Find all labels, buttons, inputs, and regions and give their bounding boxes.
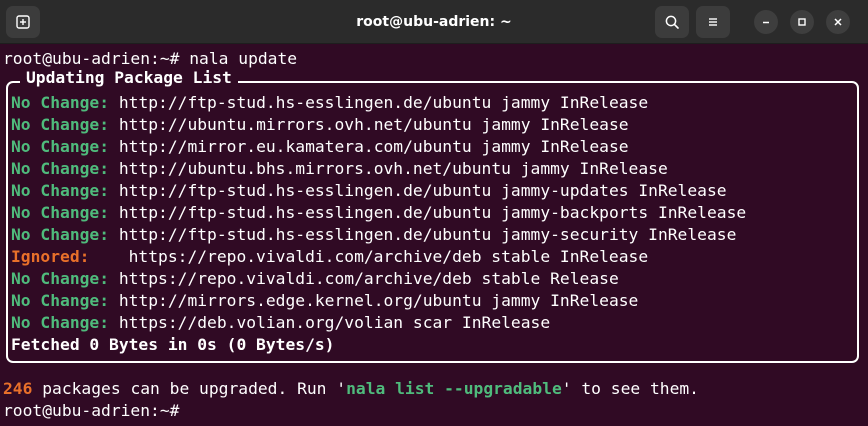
final-prompt: root@ubu-adrien:~# (3, 401, 180, 420)
repo-text: http://ubuntu.mirrors.ovh.net/ubuntu jam… (109, 115, 629, 134)
close-icon (834, 18, 842, 26)
list-item: No Change: http://mirrors.edge.kernel.or… (11, 290, 746, 312)
upgrade-summary: 246 packages can be upgraded. Run 'nala … (3, 378, 699, 400)
list-item: Ignored: https://repo.vivaldi.com/archiv… (11, 246, 746, 268)
update-entries: No Change: http://ftp-stud.hs-esslingen.… (11, 92, 746, 356)
list-item: No Change: http://ubuntu.bhs.mirrors.ovh… (11, 158, 746, 180)
suggested-command: nala list --upgradable (346, 379, 562, 398)
list-item: No Change: https://deb.volian.org/volian… (11, 312, 746, 334)
minimize-button[interactable] (754, 10, 778, 34)
status-label: No Change: (11, 269, 110, 288)
fetched-summary: Fetched 0 Bytes in 0s (0 Bytes/s) (11, 335, 335, 354)
upgrade-count: 246 (3, 379, 33, 398)
search-button[interactable] (655, 6, 689, 38)
panel-title: Updating Package List (20, 67, 238, 89)
list-item: No Change: https://repo.vivaldi.com/arch… (11, 268, 746, 290)
summary-end: ' to see them. (561, 379, 699, 398)
status-label: No Change: (11, 203, 110, 222)
status-label: No Change: (11, 225, 110, 244)
close-button[interactable] (826, 10, 850, 34)
status-label: Ignored: (11, 247, 90, 266)
summary-middle: packages can be upgraded. Run ' (32, 379, 347, 398)
repo-text: https://repo.vivaldi.com/archive/deb sta… (89, 247, 649, 266)
repo-text: http://ftp-stud.hs-esslingen.de/ubuntu j… (109, 203, 747, 222)
terminal-window: root@ubu-adrien: ~ root@ubu-adrien:~# na… (0, 0, 868, 426)
status-label: No Change: (11, 137, 110, 156)
list-item: No Change: http://ftp-stud.hs-esslingen.… (11, 224, 746, 246)
minimize-icon (763, 21, 769, 24)
header-bar: root@ubu-adrien: ~ (0, 0, 868, 44)
repo-text: http://ubuntu.bhs.mirrors.ovh.net/ubuntu… (109, 159, 668, 178)
maximize-icon (798, 18, 806, 26)
list-item: No Change: http://mirror.eu.kamatera.com… (11, 136, 746, 158)
terminal-output[interactable]: root@ubu-adrien:~# nala update Updating … (0, 45, 868, 426)
window-title: root@ubu-adrien: ~ (356, 14, 512, 30)
status-label: No Change: (11, 181, 110, 200)
list-item: No Change: http://ftp-stud.hs-esslingen.… (11, 92, 746, 114)
repo-text: http://ftp-stud.hs-esslingen.de/ubuntu j… (109, 181, 727, 200)
repo-text: http://ftp-stud.hs-esslingen.de/ubuntu j… (109, 225, 737, 244)
status-label: No Change: (11, 291, 110, 310)
list-item: No Change: http://ftp-stud.hs-esslingen.… (11, 202, 746, 224)
repo-text: https://deb.volian.org/volian scar InRel… (109, 313, 551, 332)
menu-button[interactable] (696, 6, 730, 38)
status-label: No Change: (11, 115, 110, 134)
search-icon (665, 15, 679, 29)
command-text: nala update (179, 49, 298, 68)
repo-text: https://repo.vivaldi.com/archive/deb sta… (109, 269, 619, 288)
list-item: No Change: http://ubuntu.mirrors.ovh.net… (11, 114, 746, 136)
status-label: No Change: (11, 313, 110, 332)
new-tab-button[interactable] (6, 6, 40, 38)
prompt: root@ubu-adrien:~# (3, 49, 180, 68)
maximize-button[interactable] (790, 10, 814, 34)
status-label: No Change: (11, 159, 110, 178)
status-label: No Change: (11, 93, 110, 112)
new-tab-icon (16, 15, 30, 29)
hamburger-menu-icon (709, 18, 717, 26)
repo-text: http://mirror.eu.kamatera.com/ubuntu jam… (109, 137, 629, 156)
repo-text: http://ftp-stud.hs-esslingen.de/ubuntu j… (109, 93, 649, 112)
list-item: No Change: http://ftp-stud.hs-esslingen.… (11, 180, 746, 202)
repo-text: http://mirrors.edge.kernel.org/ubuntu ja… (109, 291, 639, 310)
